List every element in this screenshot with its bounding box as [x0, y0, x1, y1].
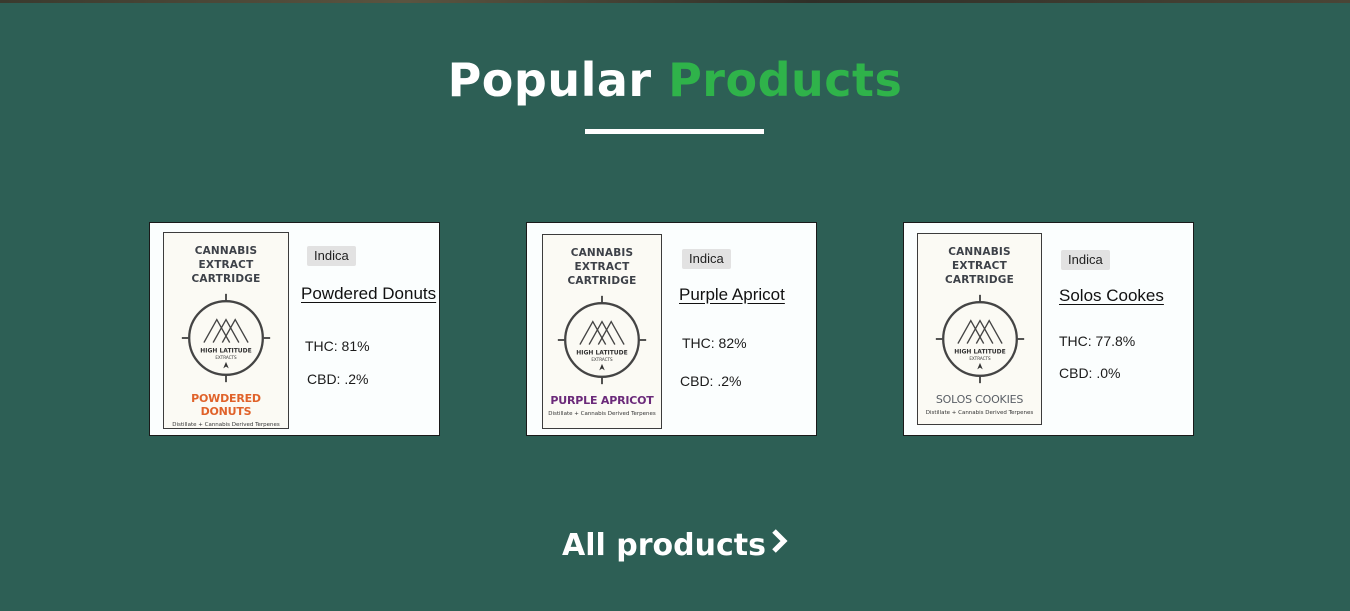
title-underline [585, 129, 764, 134]
all-products-link[interactable]: All products [0, 526, 1350, 566]
pack-line-1: CANNABIS [194, 245, 258, 257]
pack-line-1: CANNABIS [948, 246, 1011, 258]
hero-image-edge [0, 0, 1350, 3]
brand-logo-icon: HIGH LATITUDE EXTRACTS [935, 294, 1024, 384]
product-name-link[interactable]: Solos Cookes [1059, 286, 1164, 306]
pack-line-2: EXTRACT CARTRIDGE [945, 260, 1014, 286]
pack-footer: Distillate + Cannabis Derived Terpenes [172, 422, 280, 428]
product-image[interactable]: CANNABIS EXTRACT CARTRIDGE HIGH LATITUDE… [163, 232, 289, 429]
pack-footer: Distillate + Cannabis Derived Terpenes [925, 410, 1034, 416]
brand-logo-icon: HIGH LATITUDE EXTRACTS [181, 293, 271, 383]
cbd-value: CBD: .2% [680, 373, 742, 389]
product-card[interactable]: CANNABIS EXTRACT CARTRIDGE HIGH LATITUDE… [526, 222, 817, 436]
pack-flavor: SOLOS COOKIES [935, 393, 1024, 406]
pack-brand-sub: EXTRACTS [591, 357, 613, 362]
pack-line-2: EXTRACT CARTRIDGE [567, 261, 637, 287]
pack-line-1: CANNABIS [570, 247, 634, 259]
strain-badge: Indica [682, 249, 731, 269]
pack-brand: HIGH LATITUDE [954, 349, 1005, 356]
brand-logo-icon: HIGH LATITUDE EXTRACTS [557, 295, 647, 385]
product-card[interactable]: CANNABIS EXTRACT CARTRIDGE HIGH LATITUDE… [903, 222, 1194, 436]
chevron-right-icon [770, 525, 788, 565]
product-name-link[interactable]: Powdered Donuts [301, 284, 436, 304]
cbd-value: CBD: .0% [1059, 365, 1121, 381]
product-image[interactable]: CANNABIS EXTRACT CARTRIDGE HIGH LATITUDE… [542, 234, 662, 429]
product-image[interactable]: CANNABIS EXTRACT CARTRIDGE HIGH LATITUDE… [917, 233, 1042, 425]
thc-value: THC: 82% [682, 335, 747, 351]
cbd-value: CBD: .2% [307, 371, 369, 387]
product-name-link[interactable]: Purple Apricot [679, 285, 785, 305]
pack-flavor: PURPLE APRICOT [550, 394, 654, 407]
pack-brand-sub: EXTRACTS [215, 355, 237, 360]
pack-flavor: POWDERED DONUTS [191, 392, 261, 418]
strain-badge: Indica [1061, 250, 1110, 270]
pack-brand: HIGH LATITUDE [576, 350, 627, 357]
thc-value: THC: 81% [305, 338, 370, 354]
pack-line-2: EXTRACT CARTRIDGE [191, 259, 261, 285]
section-title-accent: Products [668, 53, 903, 107]
product-card[interactable]: CANNABIS EXTRACT CARTRIDGE HIGH LATITUDE… [149, 222, 440, 436]
section-title-plain: Popular [447, 53, 652, 107]
pack-brand: HIGH LATITUDE [200, 348, 251, 355]
all-products-label: All products [562, 528, 766, 563]
thc-value: THC: 77.8% [1059, 333, 1136, 349]
strain-badge: Indica [307, 246, 356, 266]
pack-footer: Distillate + Cannabis Derived Terpenes [548, 411, 656, 417]
section-title: Popular Products [0, 52, 1350, 108]
pack-brand-sub: EXTRACTS [969, 356, 991, 361]
